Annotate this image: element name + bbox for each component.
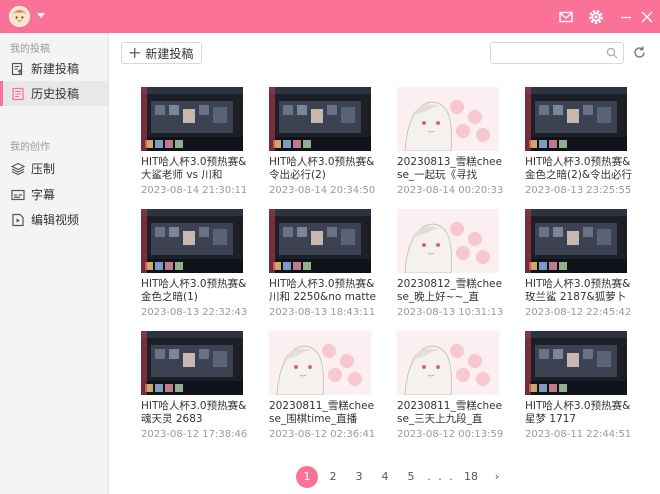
sidebar-item-label: 新建投稿	[31, 62, 80, 76]
mail-icon[interactable]	[557, 8, 575, 26]
minimize-icon[interactable]	[617, 8, 635, 26]
search-icon[interactable]	[606, 47, 618, 59]
video-card[interactable]: HIT哈人杯3.0预热赛&金色之暗(2)&令出必行 2023-08-13 23:2…	[525, 87, 633, 196]
sidebar-item-history[interactable]: 历史投稿	[0, 81, 108, 106]
chevron-down-icon[interactable]	[37, 13, 45, 18]
plus-icon: +	[128, 43, 142, 62]
section-my-uploads: 我的投稿	[10, 44, 50, 55]
page-1-button[interactable]: 1	[296, 466, 318, 488]
history-icon	[11, 87, 25, 101]
video-date: 2023-08-12 22:45:42	[525, 307, 632, 318]
video-thumbnail[interactable]	[525, 209, 627, 273]
video-date: 2023-08-14 21:30:11	[141, 185, 248, 196]
sidebar-item-label: 压制	[31, 162, 56, 176]
search-input[interactable]	[495, 44, 605, 65]
video-title[interactable]: 20230812_雪糕cheese_晚上好~~_直	[397, 278, 505, 304]
video-date: 2023-08-13 23:25:55	[525, 185, 632, 196]
sidebar-item-label: 历史投稿	[31, 87, 80, 101]
video-card[interactable]: HIT哈人杯3.0预热赛&大鲨老师 vs 川和 2023-08-14 21:30:…	[141, 87, 249, 196]
video-date: 2023-08-12 02:36:41	[269, 429, 376, 440]
gear-icon[interactable]	[587, 8, 605, 26]
subtitle-icon	[11, 188, 25, 202]
video-thumbnail[interactable]	[269, 87, 371, 151]
video-date: 2023-08-13 18:43:11	[269, 307, 376, 318]
video-date: 2023-08-14 20:34:50	[269, 185, 376, 196]
video-card[interactable]: 20230813_雪糕cheese_一起玩《寻找 2023-08-14 00:20…	[397, 87, 505, 196]
refresh-icon[interactable]	[632, 45, 647, 60]
page-4-button[interactable]: 4	[374, 466, 396, 488]
next-page-button[interactable]: ›	[486, 466, 508, 488]
sidebar-item-edit-video[interactable]: 编辑视频	[0, 207, 108, 232]
video-thumbnail[interactable]	[397, 331, 499, 395]
video-title[interactable]: HIT哈人杯3.0预热赛&川和 2250&no matter	[269, 278, 377, 304]
video-date: 2023-08-12 00:13:59	[397, 429, 504, 440]
page-3-button[interactable]: 3	[348, 466, 370, 488]
video-card[interactable]: HIT哈人杯3.0预热赛&星梦 1717 2023-08-11 22:44:51	[525, 331, 633, 440]
sidebar-item-subtitle[interactable]: 字幕	[0, 182, 108, 207]
video-title[interactable]: HIT哈人杯3.0预热赛&令出必行(2)	[269, 156, 377, 182]
video-date: 2023-08-14 00:20:33	[397, 185, 504, 196]
video-card[interactable]: 20230811_雪糕cheese_三天上九段_直 2023-08-12 00:1…	[397, 331, 505, 440]
sidebar-item-label: 字幕	[31, 188, 56, 202]
video-title[interactable]: 20230811_雪糕cheese_围棋time_直播	[269, 400, 377, 426]
video-thumbnail[interactable]	[397, 87, 499, 151]
new-upload-button[interactable]: + 新建投稿	[121, 42, 203, 64]
close-icon[interactable]	[638, 8, 656, 26]
pagination-ellipsis: . . .	[427, 470, 455, 483]
video-thumbnail[interactable]	[397, 209, 499, 273]
video-thumbnail[interactable]	[269, 209, 371, 273]
section-my-creations: 我的创作	[10, 142, 50, 153]
video-thumbnail[interactable]	[525, 331, 627, 395]
active-indicator	[0, 81, 3, 106]
video-title[interactable]: HIT哈人杯3.0预热赛&金色之暗(2)&令出必行	[525, 156, 633, 182]
video-title[interactable]: 20230811_雪糕cheese_三天上九段_直	[397, 400, 505, 426]
video-thumbnail[interactable]	[141, 87, 243, 151]
page-2-button[interactable]: 2	[322, 466, 344, 488]
video-card[interactable]: 20230812_雪糕cheese_晚上好~~_直 2023-08-13 10:3…	[397, 209, 505, 318]
sidebar: 我的投稿 新建投稿 历史投稿 我的创作 压制 字幕 编辑视频	[0, 33, 109, 494]
pagination: 1 2 3 4 5 . . . 18 ›	[296, 466, 512, 488]
page-5-button[interactable]: 5	[400, 466, 422, 488]
search-box[interactable]	[490, 42, 624, 65]
sidebar-item-label: 编辑视频	[31, 213, 80, 227]
video-card[interactable]: HIT哈人杯3.0预热赛&魂天灵 2683 2023-08-12 17:38:46	[141, 331, 249, 440]
video-title[interactable]: HIT哈人杯3.0预热赛&玫兰鲨 2187&狐萝卜	[525, 278, 633, 304]
video-title[interactable]: HIT哈人杯3.0预热赛&星梦 1717	[525, 400, 633, 426]
page-last-button[interactable]: 18	[460, 466, 482, 488]
video-title[interactable]: HIT哈人杯3.0预热赛&金色之暗(1)	[141, 278, 249, 304]
sidebar-item-new-upload[interactable]: 新建投稿	[0, 56, 108, 81]
video-card[interactable]: 20230811_雪糕cheese_围棋time_直播 2023-08-12 02…	[269, 331, 377, 440]
video-title[interactable]: 20230813_雪糕cheese_一起玩《寻找	[397, 156, 505, 182]
layers-icon	[10, 162, 26, 176]
video-date: 2023-08-13 22:32:43	[141, 307, 248, 318]
video-thumbnail[interactable]	[525, 87, 627, 151]
avatar[interactable]	[9, 6, 30, 27]
new-upload-label: 新建投稿	[145, 46, 194, 61]
video-date: 2023-08-11 22:44:51	[525, 429, 632, 440]
video-card[interactable]: HIT哈人杯3.0预热赛&川和 2250&no matter 2023-08-13…	[269, 209, 377, 318]
video-title[interactable]: HIT哈人杯3.0预热赛&魂天灵 2683	[141, 400, 249, 426]
upload-icon	[11, 62, 25, 76]
sidebar-item-compress[interactable]: 压制	[0, 156, 108, 181]
title-bar	[0, 0, 660, 33]
video-thumbnail[interactable]	[269, 331, 371, 395]
video-date: 2023-08-12 17:38:46	[141, 429, 248, 440]
video-thumbnail[interactable]	[141, 209, 243, 273]
video-card[interactable]: HIT哈人杯3.0预热赛&令出必行(2) 2023-08-14 20:34:50	[269, 87, 377, 196]
video-card[interactable]: HIT哈人杯3.0预热赛&金色之暗(1) 2023-08-13 22:32:43	[141, 209, 249, 318]
video-title[interactable]: HIT哈人杯3.0预热赛&大鲨老师 vs 川和	[141, 156, 249, 182]
video-date: 2023-08-13 10:31:13	[397, 307, 504, 318]
edit-video-icon	[11, 213, 25, 227]
video-card[interactable]: HIT哈人杯3.0预热赛&玫兰鲨 2187&狐萝卜 2023-08-12 22:4…	[525, 209, 633, 318]
video-thumbnail[interactable]	[141, 331, 243, 395]
